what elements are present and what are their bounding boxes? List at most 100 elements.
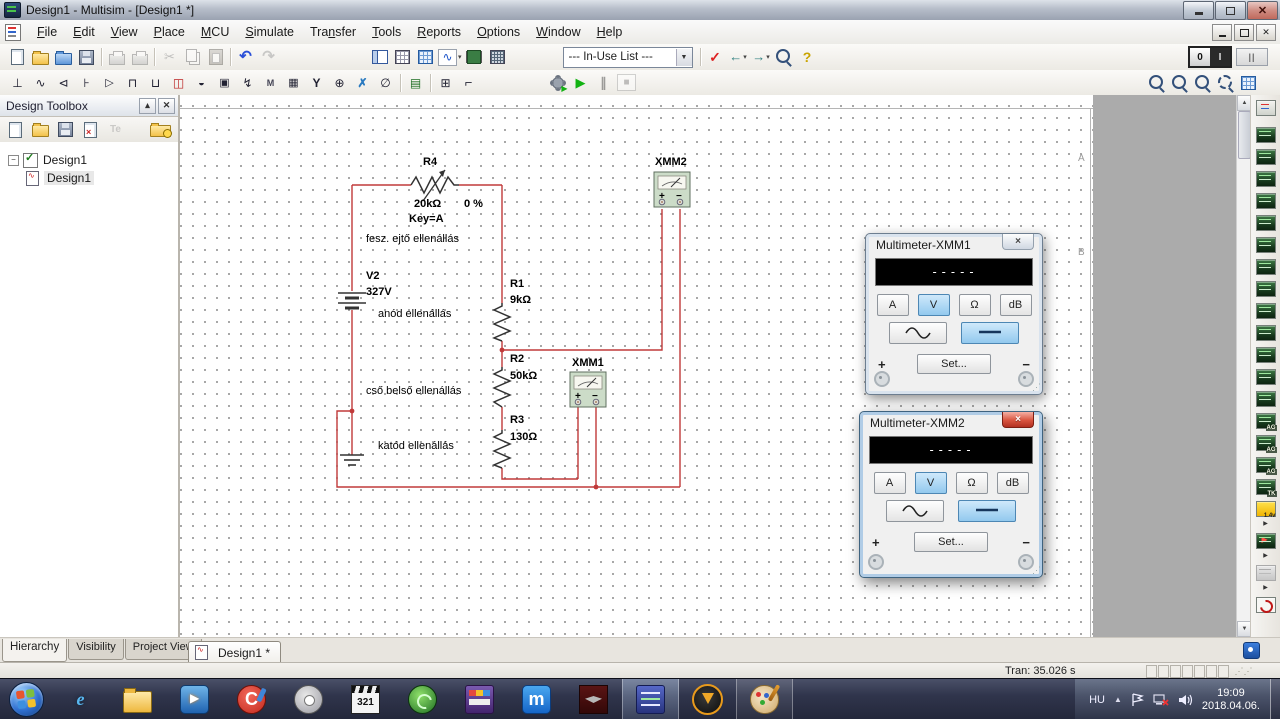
place-electromechanical-button[interactable]: ⊕ xyxy=(328,71,351,94)
battery-v2[interactable]: V2 327V anód ellenállás xyxy=(338,270,452,320)
menu-transfer[interactable]: Transfer xyxy=(302,21,364,43)
place-mcu-button[interactable]: ▤ xyxy=(404,71,427,94)
menu-mcu[interactable]: MCU xyxy=(193,21,237,43)
word-generator-instrument-button[interactable] xyxy=(1255,257,1277,276)
set-button[interactable]: Set... xyxy=(917,354,991,374)
distortion-analyzer-instrument-button[interactable] xyxy=(1255,345,1277,364)
save-design-button[interactable] xyxy=(54,118,77,141)
taskbar-clock[interactable]: 19:09 2018.04.06. xyxy=(1202,687,1264,713)
ni-corner-icon[interactable] xyxy=(1243,642,1260,659)
text-tool-button[interactable]: Te xyxy=(104,118,127,141)
menu-simulate[interactable]: Simulate xyxy=(237,21,302,43)
place-misc-digital-button[interactable]: ◫ xyxy=(167,71,190,94)
mode-button-a[interactable]: A xyxy=(876,294,909,316)
place-rf-button[interactable]: Y xyxy=(305,71,328,94)
scrollbar-thumb[interactable] xyxy=(1238,111,1250,159)
electrical-rules-check-button[interactable]: ✓ xyxy=(704,46,727,69)
mode-button-db[interactable]: dB xyxy=(999,294,1032,316)
resistor-r1[interactable]: R1 9kΩ xyxy=(492,278,531,342)
oscilloscope-instrument-button[interactable] xyxy=(1255,169,1277,188)
dc-mode-button[interactable] xyxy=(961,322,1019,344)
multimeter-xmm2-dialog[interactable]: Multimeter-XMM2 × ----- A V ΩdB + Set... − xyxy=(859,411,1043,578)
place-source-button[interactable]: ⊥ xyxy=(6,71,29,94)
scroll-down-arrow[interactable]: ▼ xyxy=(1237,621,1250,637)
toolbox-tab-hierarchy[interactable]: Hierarchy xyxy=(2,639,68,662)
postprocessor-button[interactable] xyxy=(486,46,509,69)
network-analyzer-instrument-button[interactable] xyxy=(1255,389,1277,408)
menu-help[interactable]: Help xyxy=(589,21,631,43)
wattmeter-instrument-button[interactable] xyxy=(1255,147,1277,166)
network-status-icon[interactable] xyxy=(1153,693,1169,707)
bode-plotter-instrument-button[interactable] xyxy=(1255,213,1277,232)
close-button[interactable]: ✕ xyxy=(1247,1,1278,20)
pause-button[interactable]: ∥ xyxy=(592,71,615,94)
in-use-list-dropdown[interactable]: --- In-Use List --- ▼ xyxy=(562,46,693,68)
resistor-r3[interactable]: R3 130Ω katód ellenállás xyxy=(378,414,537,469)
taskbar-daemon-tools[interactable] xyxy=(679,679,736,719)
logic-analyzer-instrument-button[interactable] xyxy=(1255,279,1277,298)
save-button[interactable] xyxy=(75,46,98,69)
tektronix-oscilloscope-instrument-button[interactable]: TK xyxy=(1255,477,1277,497)
back-annotate-button[interactable]: ← ▾ xyxy=(727,46,750,69)
ground-symbol[interactable] xyxy=(340,454,364,466)
design-checkbox-icon[interactable] xyxy=(23,151,38,168)
agilent-function-generator-instrument-button[interactable]: AG xyxy=(1255,411,1277,431)
paste-button[interactable] xyxy=(204,46,227,69)
taskbar-recorder-app[interactable] xyxy=(280,679,337,719)
place-connector-button[interactable]: ∅ xyxy=(374,71,397,94)
schematic-canvas[interactable]: A B R4 20kΩ 0 % Key=A fesz. ejtő ellenál… xyxy=(180,95,1250,637)
toolbox-tab-visibility[interactable]: Visibility xyxy=(68,639,124,660)
find-button[interactable] xyxy=(773,46,796,69)
database-manager-button[interactable] xyxy=(414,46,437,69)
scroll-up-arrow[interactable]: ▲ xyxy=(1237,95,1250,111)
place-cmos-button[interactable]: ⊔ xyxy=(144,71,167,94)
mode-button-a[interactable]: A xyxy=(873,472,906,494)
iv-analyzer-instrument-button[interactable] xyxy=(1255,323,1277,342)
place-diode-button[interactable]: ⊲ xyxy=(52,71,75,94)
taskbar-video-editor-app[interactable] xyxy=(451,679,508,719)
function-generator-instrument-button[interactable] xyxy=(1255,125,1277,144)
tree-item-design-sheet[interactable]: Design1 xyxy=(0,169,178,187)
resistor-r2[interactable]: R2 50kΩ cső belső ellenállás xyxy=(366,353,537,408)
design-toolbox-titlebar[interactable]: Design Toolbox ▴ ✕ xyxy=(0,95,178,117)
zoom-page-button[interactable] xyxy=(1191,71,1214,94)
help-button[interactable]: ? xyxy=(796,46,819,69)
open-samples-button[interactable] xyxy=(52,46,75,69)
show-desktop-button[interactable] xyxy=(1270,679,1280,719)
multimeter-xmm1-instrument[interactable]: + − xyxy=(569,371,607,408)
set-button[interactable]: Set... xyxy=(914,532,988,552)
open-design-button[interactable] xyxy=(29,118,52,141)
logic-converter-instrument-button[interactable] xyxy=(1255,301,1277,320)
copy-button[interactable] xyxy=(181,46,204,69)
labview-instruments-instrument-button[interactable] xyxy=(1255,563,1277,582)
stop-button[interactable]: ■ xyxy=(615,71,638,94)
menu-edit[interactable]: Edit xyxy=(65,21,103,43)
place-advanced-peripherals-button[interactable]: ▦ xyxy=(282,71,305,94)
dialog-close-button[interactable]: × xyxy=(1002,234,1034,250)
ac-mode-button[interactable] xyxy=(889,322,947,344)
tree-expander-icon[interactable]: − xyxy=(8,154,19,166)
window-titlebar[interactable]: Design1 - Multisim - [Design1 *] ✕ xyxy=(0,0,1280,21)
menu-file[interactable]: File xyxy=(29,21,65,43)
new-file-button[interactable] xyxy=(6,46,29,69)
zoom-in-button[interactable] xyxy=(1145,71,1168,94)
mode-button-ω[interactable]: Ω xyxy=(955,472,988,494)
menu-place[interactable]: Place xyxy=(146,21,193,43)
mdi-restore-button[interactable] xyxy=(1234,24,1254,41)
measurement-probe-instrument-button[interactable]: 1.4v xyxy=(1255,499,1277,519)
spectrum-analyzer-instrument-button[interactable] xyxy=(1255,367,1277,386)
place-bus-button[interactable]: ⌐ xyxy=(457,71,480,94)
back-annotate-dropdown-arrow[interactable]: ▾ xyxy=(743,53,747,61)
frequency-counter-instrument-button[interactable] xyxy=(1255,235,1277,254)
mode-button-ω[interactable]: Ω xyxy=(958,294,991,316)
grapher-dropdown-arrow[interactable]: ▾ xyxy=(458,53,462,61)
labview-instruments-dropdown-arrow[interactable]: ▶ xyxy=(1255,583,1277,592)
taskbar-green-orb-app[interactable] xyxy=(394,679,451,719)
taskbar-maxthon-browser[interactable]: m xyxy=(508,679,565,719)
agilent-oscilloscope-instrument-button[interactable]: AG xyxy=(1255,455,1277,475)
place-transistor-button[interactable]: ⊦ xyxy=(75,71,98,94)
toggle-design-toolbox-button[interactable] xyxy=(368,46,391,69)
document-tab[interactable]: Design1 * xyxy=(188,641,282,663)
place-basic-button[interactable]: ∿ xyxy=(29,71,52,94)
taskbar-paint[interactable] xyxy=(736,679,793,719)
